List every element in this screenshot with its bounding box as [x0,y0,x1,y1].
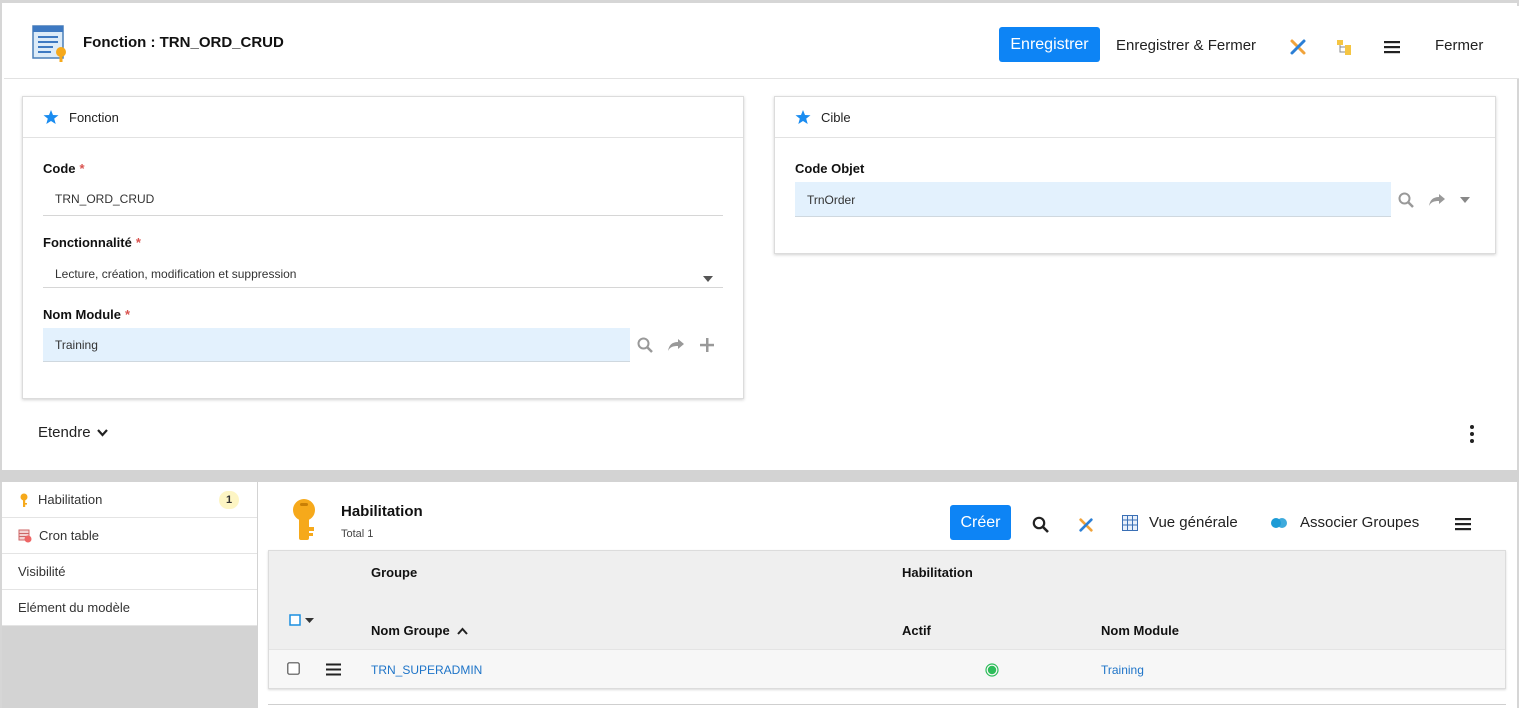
expand-label: Etendre [38,424,91,441]
related-sidebar: Habilitation 1 Cron table Visibilité Elé… [2,482,258,708]
code-objet-field[interactable]: TrnOrder [795,182,1391,217]
sort-asc-icon [457,627,469,635]
key-icon [293,499,315,540]
link-circles-icon [1271,517,1287,528]
associate-label: Associer Groupes [1300,514,1420,531]
cible-panel-header: Cible [775,97,1495,138]
plus-icon[interactable] [698,336,716,354]
search-icon[interactable] [1397,191,1415,209]
chevron-down-icon[interactable] [703,270,713,285]
function-key-icon [32,25,66,62]
star-icon [795,109,811,125]
required-mark: * [135,235,141,250]
fonctionnalite-label-text: Fonctionnalité [43,235,132,250]
overview-label: Vue générale [1149,514,1238,531]
module-field[interactable]: Training [43,328,630,362]
sidebar-item-label: Elément du modèle [18,600,131,615]
sidebar-item-label: Habilitation [38,492,103,507]
form-header: Fonction : TRN_ORD_CRUD Enregistrer Enre… [4,6,1519,79]
module-label: Nom Module * [43,307,130,322]
page-title: Fonction : TRN_ORD_CRUD [83,34,284,51]
more-vertical-icon[interactable] [1466,424,1478,444]
chevron-down-icon [96,428,108,437]
module-field-value: Training [55,338,98,352]
cible-panel-title: Cible [821,109,851,125]
share-arrow-icon[interactable] [667,336,685,354]
sidebar-item-label: Visibilité [18,564,66,579]
close-button[interactable]: Fermer [1435,37,1483,54]
chevron-down-icon[interactable] [1456,191,1474,209]
column-nom-module[interactable]: Nom Module [1101,623,1179,638]
sidebar-item-element-modele[interactable]: Elément du modèle [2,590,257,626]
cron-table-icon [18,529,32,542]
grid-title: Habilitation [341,503,423,520]
search-icon[interactable] [636,336,654,354]
column-label: Nom Groupe [371,623,450,638]
code-label: Code * [43,161,85,176]
count-badge: 1 [219,491,239,509]
menu-icon[interactable] [1452,513,1474,535]
tools-icon[interactable] [1075,514,1097,536]
grid-total: Total 1 [341,528,374,540]
star-icon [43,109,59,125]
save-button[interactable]: Enregistrer [999,27,1100,62]
sidebar-item-visibilite[interactable]: Visibilité [2,554,257,590]
group-link[interactable]: TRN_SUPERADMIN [371,663,482,677]
create-button[interactable]: Créer [950,505,1011,540]
cible-panel: Cible Code Objet TrnOrder [774,96,1496,254]
code-objet-label: Code Objet [795,161,865,176]
expand-toggle[interactable]: Etendre [38,424,108,441]
habilitation-table: Groupe Habilitation Nom Groupe Actif Nom… [268,550,1506,689]
sidebar-item-cron-table[interactable]: Cron table [2,518,257,554]
column-actif[interactable]: Actif [902,623,931,638]
column-nom-groupe[interactable]: Nom Groupe [371,623,469,638]
fonctionnalite-underline [43,287,723,288]
associate-groups-button[interactable]: Associer Groupes [1270,514,1419,531]
chevron-down-icon [305,617,314,623]
grid-view-icon [1122,514,1138,531]
row-menu-icon[interactable] [326,663,341,676]
grid-footer-line [268,704,1506,705]
habilitation-column-group: Habilitation [902,565,973,580]
code-field-underline [43,215,723,216]
share-arrow-icon[interactable] [1428,191,1446,209]
fonctionnalite-select[interactable]: Lecture, création, modification et suppr… [55,267,296,281]
module-link[interactable]: Training [1101,663,1144,677]
code-objet-value: TrnOrder [807,193,856,207]
hierarchy-icon[interactable] [1333,36,1355,58]
select-all-checkbox[interactable] [289,614,314,626]
save-and-close-button[interactable]: Enregistrer & Fermer [1116,37,1256,54]
fonctionnalite-label: Fonctionnalité * [43,235,141,250]
section-divider [0,470,1519,482]
fonction-panel: Fonction Code * TRN_ORD_CRUD Fonctionnali… [22,96,744,399]
active-status-icon [985,663,999,677]
module-label-text: Nom Module [43,307,121,322]
code-label-text: Code [43,161,76,176]
row-checkbox[interactable] [287,662,300,675]
sidebar-item-habilitation[interactable]: Habilitation 1 [2,482,257,518]
required-mark: * [79,161,85,176]
sidebar-item-label: Cron table [39,528,99,543]
overview-button[interactable]: Vue générale [1122,514,1238,531]
required-mark: * [125,307,131,322]
group-column-group: Groupe [371,565,418,580]
table-row[interactable]: TRN_SUPERADMIN Training [269,649,1505,688]
tools-icon[interactable] [1287,36,1309,58]
habilitation-grid-panel: Habilitation Total 1 Créer Vue générale … [258,482,1517,708]
key-icon [20,493,28,507]
search-icon[interactable] [1029,513,1051,535]
menu-icon[interactable] [1381,36,1403,58]
table-header: Groupe Habilitation Nom Groupe Actif Nom… [269,551,1505,649]
fonction-panel-title: Fonction [69,109,119,125]
code-field[interactable]: TRN_ORD_CRUD [55,192,154,206]
fonction-panel-header: Fonction [23,97,743,138]
